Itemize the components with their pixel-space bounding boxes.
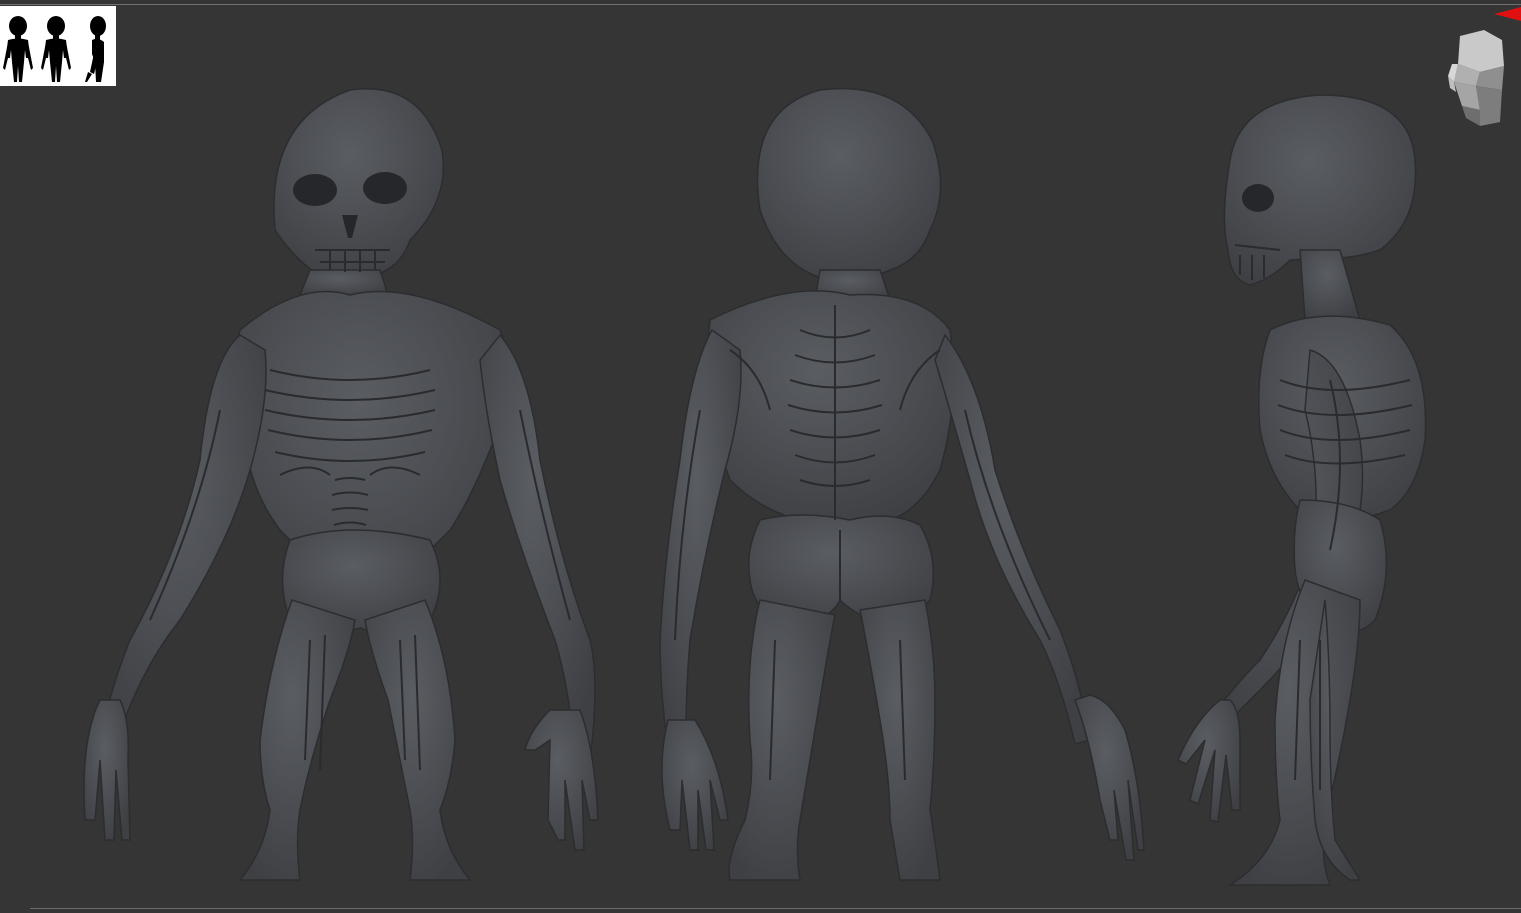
thumbnail-side-silhouette — [85, 16, 106, 82]
sculpt-viewport[interactable] — [0, 0, 1521, 913]
creature-front-view[interactable] — [70, 80, 610, 900]
viewport-top-border — [0, 4, 1521, 5]
creature-back-view[interactable] — [650, 80, 1150, 900]
thumbnail-front-silhouette — [3, 16, 33, 82]
creature-side-view[interactable] — [1160, 80, 1460, 900]
thumbnail-back-silhouette — [41, 16, 71, 82]
red-axis-marker-icon — [1494, 6, 1521, 21]
silhouette-thumbnail-icon[interactable] — [0, 6, 116, 86]
viewport-bottom-border — [30, 908, 1521, 909]
